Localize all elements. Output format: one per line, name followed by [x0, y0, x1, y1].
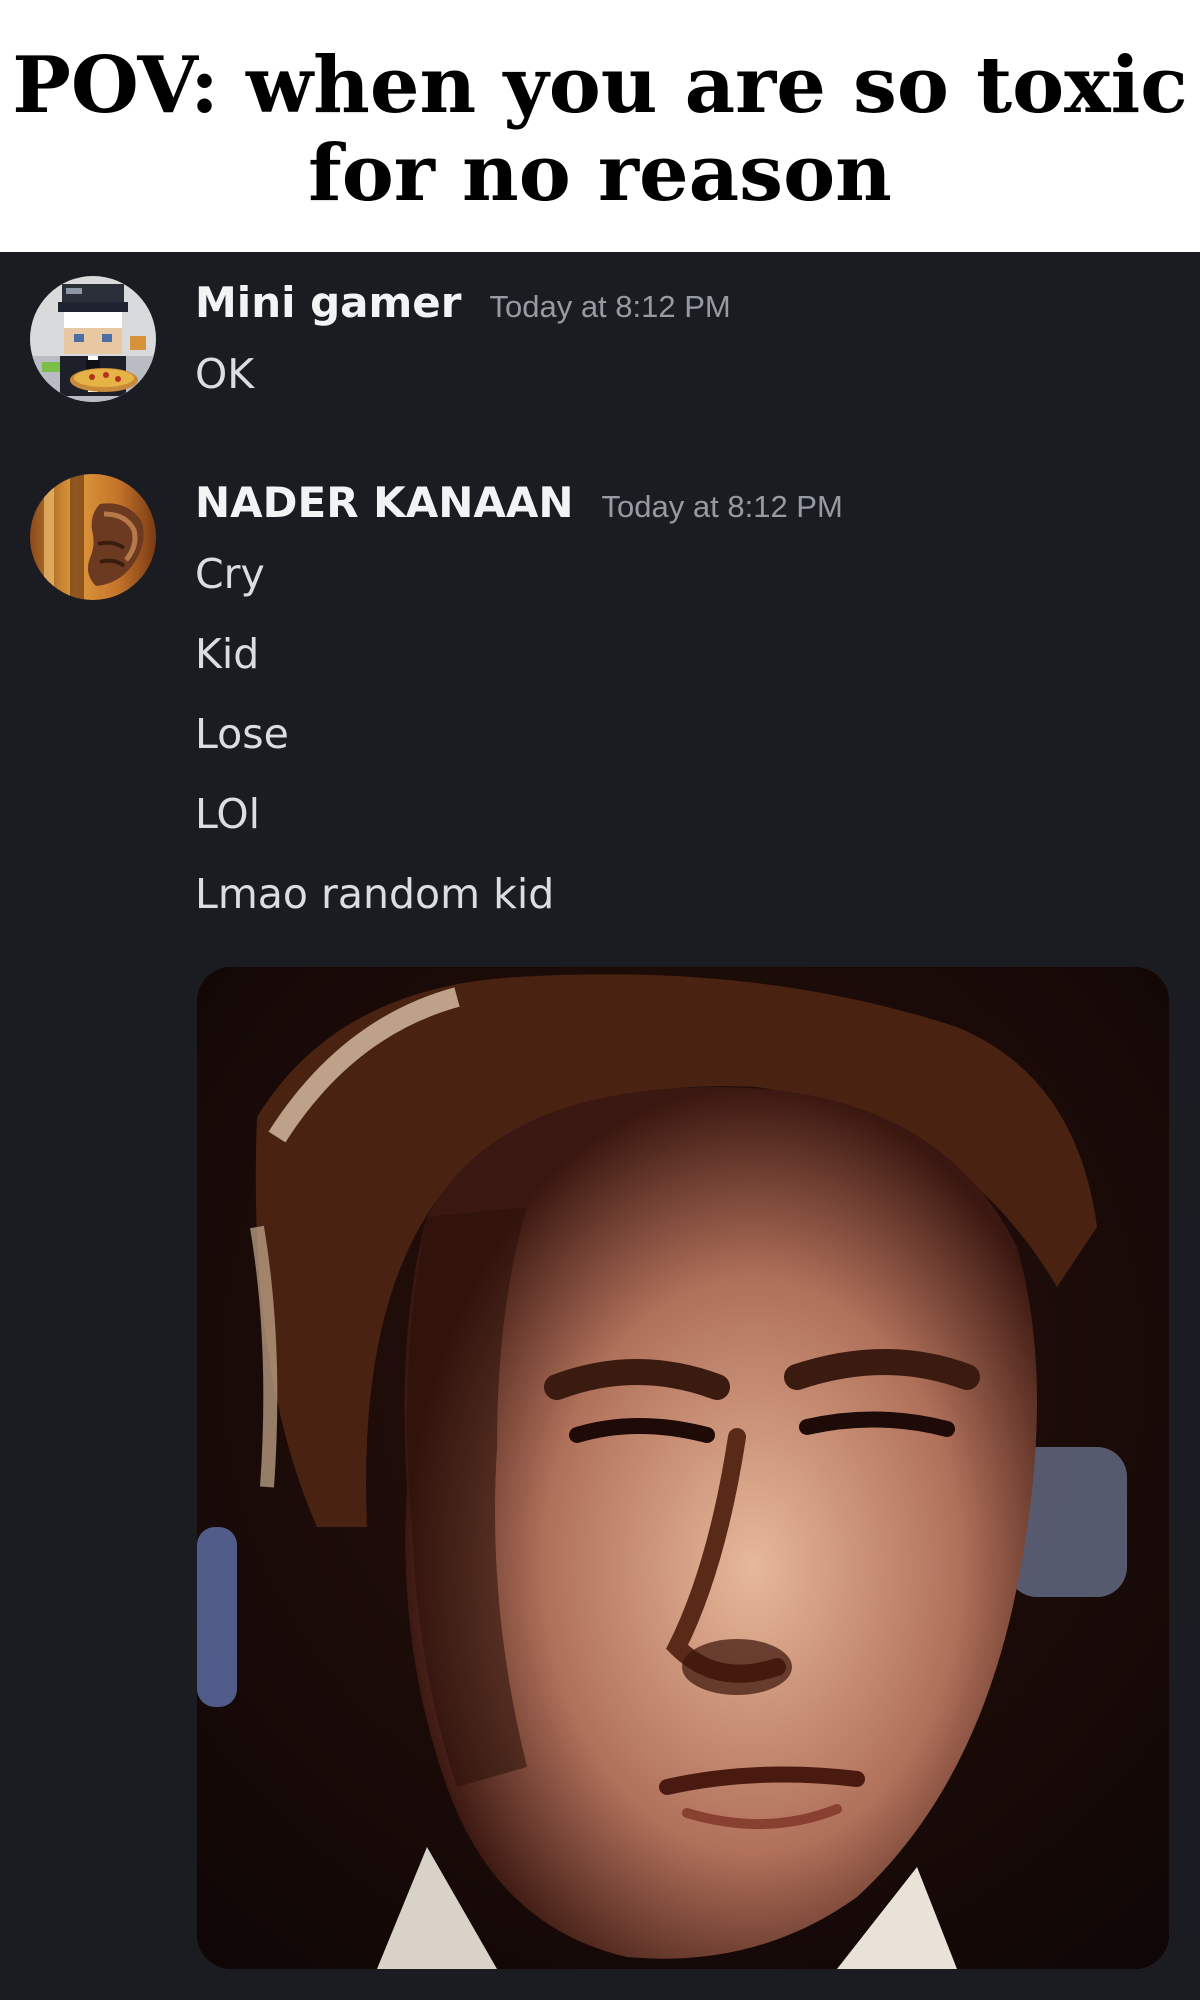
message-text: OK: [195, 350, 255, 398]
meme-caption: POV: when you are so toxic for no reason: [12, 40, 1188, 219]
timestamp: Today at 8:12 PM: [489, 289, 731, 324]
message-text: Lose: [195, 710, 289, 758]
message-text: Cry: [195, 550, 265, 598]
chat-log: Mini gamer Today at 8:12 PM OK NADER KAN…: [0, 252, 1200, 2000]
message-text: LOl: [195, 790, 261, 838]
meme-caption-banner: POV: when you are so toxic for no reason: [0, 0, 1200, 252]
username[interactable]: NADER KANAAN: [195, 478, 574, 527]
reaction-gif-squinting-man-icon: [197, 967, 1169, 1969]
gif-attachment[interactable]: [197, 967, 1169, 1969]
timestamp: Today at 8:12 PM: [601, 489, 843, 524]
avatar[interactable]: [30, 276, 156, 402]
message-text: Lmao random kid: [195, 870, 555, 918]
message-header: Mini gamer Today at 8:12 PM: [195, 278, 731, 327]
armored-hand-avatar-icon: [30, 474, 156, 600]
message-text: Kid: [195, 630, 260, 678]
username[interactable]: Mini gamer: [195, 278, 461, 327]
minecraft-pizza-avatar-icon: [30, 276, 156, 402]
avatar[interactable]: [30, 474, 156, 600]
message-header: NADER KANAAN Today at 8:12 PM: [195, 478, 843, 527]
